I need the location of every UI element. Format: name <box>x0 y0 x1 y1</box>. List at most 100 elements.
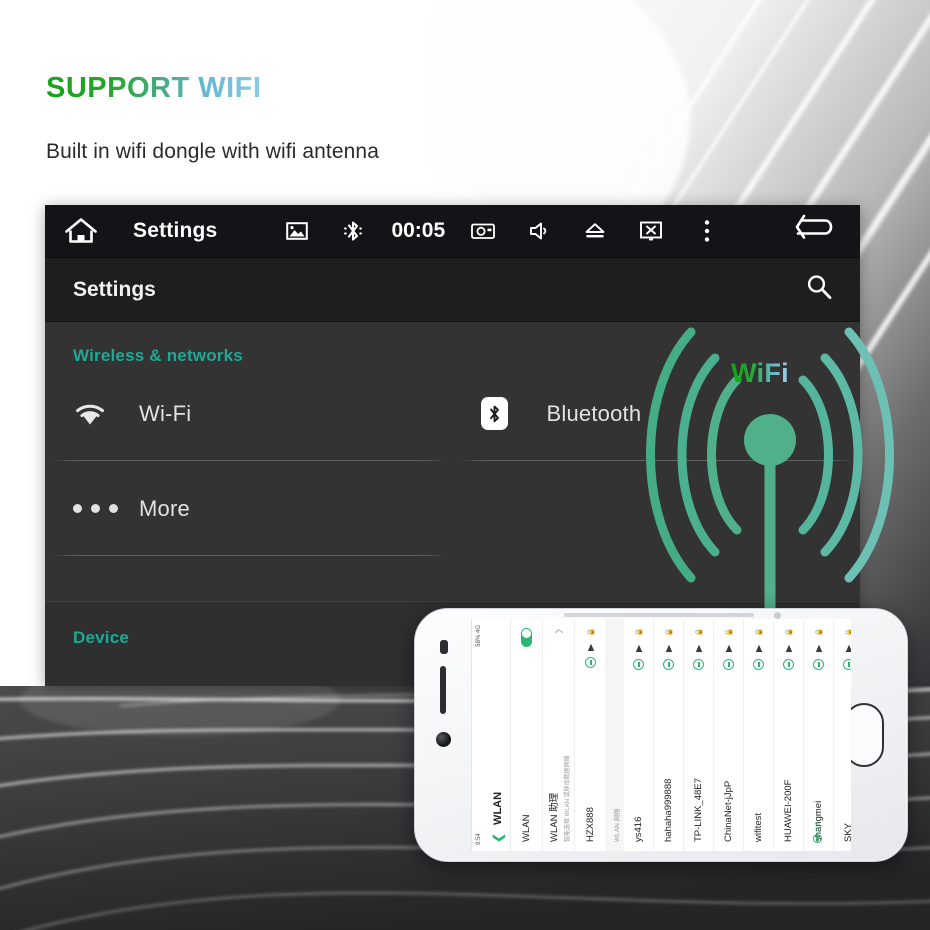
settings-row-label: Wi-Fi <box>139 400 192 426</box>
badge-icon <box>813 834 822 843</box>
phone-setting-row-wlan-assistant[interactable]: WLAN 助理 智能选择 WLAN 或移动数据网络 ❯ <box>543 619 575 851</box>
settings-header-title: Settings <box>73 277 156 301</box>
no-internet-icon <box>723 658 734 670</box>
phone-app-title: WLAN <box>491 791 504 825</box>
no-internet-icon <box>753 658 764 670</box>
network-name: ChinaNet-jJpP <box>723 780 734 842</box>
phone-network-row[interactable]: ys416 🔒 <box>624 619 654 851</box>
phone-network-row[interactable]: ChinaNet-jJpP 🔒 <box>714 619 744 851</box>
more-dots-icon <box>73 504 139 513</box>
network-indicators: 🔒 <box>723 628 734 670</box>
phone-network-row[interactable]: shangmei 🔒 <box>804 619 834 851</box>
lock-icon: 🔒 <box>635 628 643 637</box>
row-name: HZX888 <box>585 807 596 842</box>
image-icon[interactable] <box>269 221 325 241</box>
no-internet-icon <box>693 658 704 670</box>
wifi-graphic-label: WiFi <box>731 358 789 388</box>
phone-group-label: WLAN 网络 <box>607 619 624 851</box>
network-indicators: 🔒 <box>753 628 764 670</box>
badge-text: 认证 <box>815 821 821 832</box>
phone-network-row[interactable]: HUAWEI-200F 🔒 <box>774 619 804 851</box>
phone-setting-row-wlan[interactable]: WLAN <box>511 619 543 851</box>
no-internet-icon <box>813 658 824 670</box>
signal-icon <box>755 644 762 652</box>
phone-volume-button[interactable] <box>440 666 446 714</box>
settings-row-wifi[interactable]: Wi-Fi <box>45 366 453 461</box>
phone-network-list: ys416 🔒 hahaha999888 🔒 TP-LINK_48E7 🔒 ChinaNet… <box>624 619 851 851</box>
smartphone-mockup: 9:54 58% 4G ❮ WLAN WLAN WLAN 助理 智能选择 WLA… <box>414 608 908 862</box>
signal-icon <box>695 644 702 652</box>
network-indicators: 🔒 <box>843 628 851 670</box>
no-internet-icon <box>783 658 794 670</box>
row-name: WLAN 助理 <box>549 792 560 842</box>
phone-screen: 9:54 58% 4G ❮ WLAN WLAN WLAN 助理 智能选择 WLA… <box>471 619 851 851</box>
eject-icon[interactable] <box>567 221 623 241</box>
phone-speaker-grille <box>564 613 754 617</box>
phone-network-row[interactable]: wifitest 🔒 <box>744 619 774 851</box>
status-bar: Settings 00:05 <box>45 205 860 258</box>
no-internet-icon <box>633 658 644 670</box>
wifi-icon <box>73 401 139 427</box>
phone-button-top[interactable] <box>440 640 448 654</box>
back-chevron-icon[interactable]: ❮ <box>491 833 505 843</box>
network-name: TP-LINK_48E7 <box>693 778 704 842</box>
row-subtitle: 智能选择 WLAN 或移动数据网络 <box>565 755 571 842</box>
network-indicators: 🔒 <box>783 628 794 670</box>
camera-icon[interactable] <box>455 222 511 240</box>
network-name: SKY <box>843 822 851 842</box>
network-name: ys416 <box>633 816 644 842</box>
signal-icon <box>815 644 822 652</box>
lock-icon: 🔒 <box>755 628 763 637</box>
signal-icon <box>665 644 672 652</box>
page-subtitle: Built in wifi dongle with wifi antenna <box>46 140 379 163</box>
phone-status-right: 58% 4G <box>475 625 482 647</box>
signal-icon <box>725 644 732 652</box>
network-indicators: 🔒 <box>813 628 824 670</box>
network-name: HUAWEI-200F <box>783 779 794 842</box>
phone-front-camera <box>774 612 781 619</box>
no-internet-icon <box>585 656 596 668</box>
phone-network-row[interactable]: TP-LINK_48E7 🔒 <box>684 619 714 851</box>
screen-off-icon[interactable] <box>623 220 679 242</box>
status-bar-clock: 00:05 <box>391 219 446 242</box>
phone-network-row[interactable]: SKY 🔒 <box>834 619 851 851</box>
chevron-right-icon: ❯ <box>554 628 563 635</box>
network-name: hahaha999888 <box>663 778 674 842</box>
status-bar-icons: 00:05 <box>269 219 735 243</box>
lock-icon: 🔒 <box>695 628 703 637</box>
lock-icon: 🔒 <box>785 628 793 637</box>
settings-row-more[interactable]: More <box>45 461 453 556</box>
volume-icon[interactable] <box>511 220 567 242</box>
home-icon[interactable] <box>45 216 117 246</box>
phone-screen-content: 9:54 58% 4G ❮ WLAN WLAN WLAN 助理 智能选择 WLA… <box>472 619 851 851</box>
back-arrow-icon[interactable] <box>792 214 838 248</box>
status-bar-title: Settings <box>133 219 218 242</box>
signal-icon <box>635 644 642 652</box>
wlan-toggle[interactable] <box>521 628 532 647</box>
page-title-wrap: SUPPORT WIFI <box>46 72 261 105</box>
lock-icon: 🔒 <box>665 628 673 637</box>
lock-icon: 🔒 <box>587 628 595 637</box>
overflow-menu-icon[interactable] <box>679 219 735 243</box>
search-icon[interactable] <box>804 272 834 307</box>
bluetooth-icon <box>480 397 547 430</box>
phone-status-time: 9:54 <box>475 833 482 845</box>
bluetooth-icon[interactable] <box>325 219 381 243</box>
signal-icon <box>845 644 851 652</box>
signal-icon <box>587 643 594 651</box>
no-internet-icon <box>843 658 851 670</box>
network-indicators: 🔒 <box>633 628 644 670</box>
settings-row-label: More <box>139 495 190 521</box>
row-divider <box>53 555 445 556</box>
lock-icon: 🔒 <box>815 628 823 637</box>
phone-setting-row-connected[interactable]: HZX888 🔒 <box>575 619 607 851</box>
phone-network-row[interactable]: hahaha999888 🔒 <box>654 619 684 851</box>
row-name: WLAN <box>521 814 532 842</box>
phone-camera-lens <box>436 732 451 747</box>
settings-header: Settings <box>45 258 860 322</box>
page-title: SUPPORT WIFI <box>46 72 262 104</box>
phone-app-bar: ❮ WLAN <box>485 619 511 851</box>
network-indicators: 🔒 <box>693 628 704 670</box>
no-internet-icon <box>663 658 674 670</box>
phone-status-bar: 9:54 58% 4G <box>472 619 485 851</box>
